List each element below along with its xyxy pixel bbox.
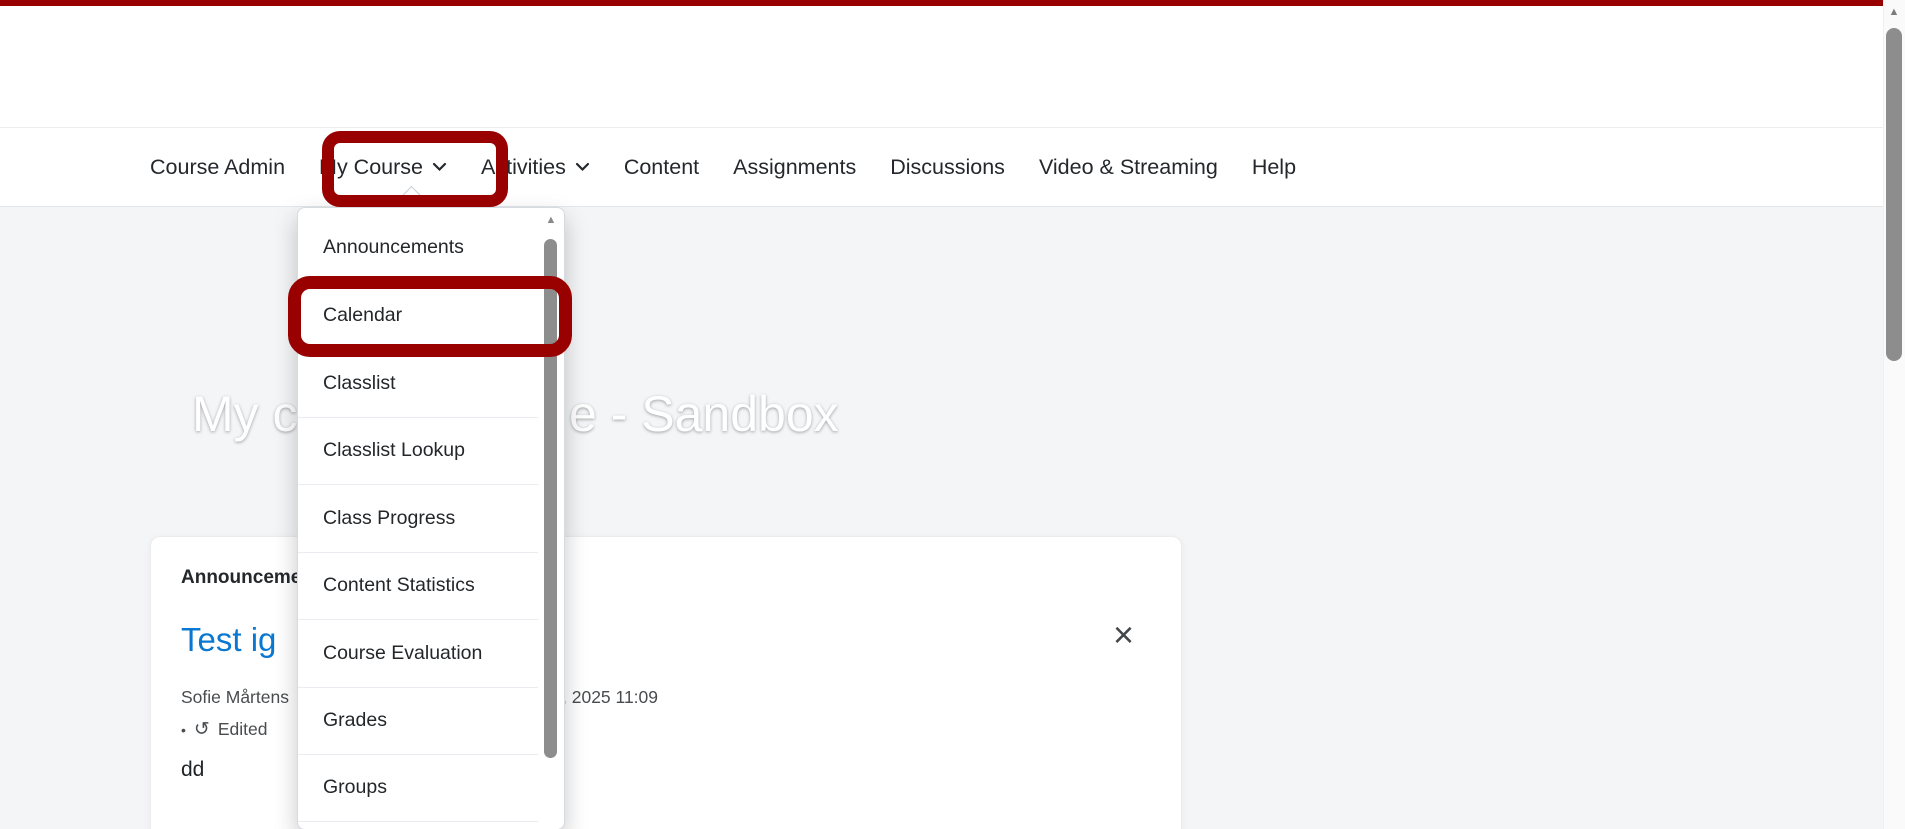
announcement-post-title-link[interactable]: Test ig (181, 621, 276, 659)
dropdown-scroll-up-arrow-icon[interactable]: ▲ (542, 214, 560, 226)
history-icon: ↺ (194, 718, 210, 741)
menu-item-groups[interactable]: Groups (298, 754, 538, 822)
announcement-author: Sofie Mårtens (181, 687, 289, 708)
dropdown-scrollbar-thumb[interactable] (544, 239, 557, 758)
menu-item-calendar[interactable]: Calendar (298, 282, 538, 350)
nav-item-assignments[interactable]: Assignments (733, 155, 856, 180)
chevron-down-icon (575, 162, 590, 172)
menu-item-announcements[interactable]: Announcements (298, 214, 538, 282)
announcement-date-fragment: , 2025 11:09 (562, 687, 658, 708)
menu-item-classlist-lookup[interactable]: Classlist Lookup (298, 417, 538, 485)
page-scrollbar-thumb[interactable] (1886, 28, 1902, 361)
nav-label: My Course (319, 155, 423, 180)
nav-item-content[interactable]: Content (624, 155, 699, 180)
page-scroll-up-arrow-icon[interactable]: ▲ (1886, 6, 1902, 18)
top-header-bar (0, 6, 1883, 128)
nav-label: Video & Streaming (1039, 155, 1218, 180)
nav-item-activities[interactable]: Activities (481, 155, 590, 180)
announcement-edited-row: • ↺ Edited (181, 718, 267, 741)
menu-item-course-evaluation[interactable]: Course Evaluation (298, 619, 538, 687)
nav-label: Help (1252, 155, 1296, 180)
banner-title-fragment-left: My c (192, 385, 298, 443)
nav-label: Assignments (733, 155, 856, 180)
nav-label: Discussions (890, 155, 1005, 180)
announcement-body: dd (181, 758, 204, 782)
course-navbar: Course Admin My Course Activities Conten… (0, 128, 1883, 207)
nav-item-discussions[interactable]: Discussions (890, 155, 1005, 180)
nav-item-help[interactable]: Help (1252, 155, 1296, 180)
app-root: My c e - Sandbox Announcements × Test ig… (0, 0, 1905, 829)
nav-item-video-streaming[interactable]: Video & Streaming (1039, 155, 1218, 180)
nav-label: Content (624, 155, 699, 180)
close-icon[interactable]: × (1109, 613, 1138, 657)
chevron-down-icon (432, 162, 447, 172)
menu-item-content-statistics[interactable]: Content Statistics (298, 552, 538, 620)
banner-title-fragment-right: e - Sandbox (569, 385, 839, 443)
my-course-dropdown-menu: Announcements Calendar Classlist Classli… (297, 207, 565, 829)
edited-label: Edited (218, 719, 268, 740)
nav-item-my-course[interactable]: My Course (319, 155, 447, 180)
top-accent-bar (0, 0, 1883, 6)
nav-label: Activities (481, 155, 566, 180)
menu-item-classlist[interactable]: Classlist (298, 349, 538, 417)
menu-item-grades[interactable]: Grades (298, 687, 538, 755)
nav-item-course-admin[interactable]: Course Admin (150, 155, 285, 180)
bullet-separator: • (181, 722, 186, 738)
menu-item-class-progress[interactable]: Class Progress (298, 484, 538, 552)
nav-label: Course Admin (150, 155, 285, 180)
